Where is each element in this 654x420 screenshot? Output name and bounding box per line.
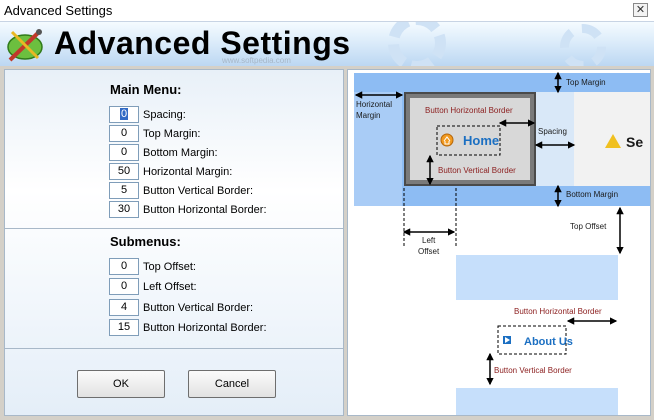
top-margin-label: Top Margin:: [143, 127, 201, 140]
top-offset-label: Top Offset:: [143, 260, 196, 273]
button-horizontal-border-input[interactable]: 30: [109, 201, 139, 218]
bottom-margin-row: 0 Bottom Margin:: [109, 144, 218, 161]
button-horizontal-border-label: Button Horizontal Border:: [143, 203, 267, 216]
top-margin-input[interactable]: 0: [109, 125, 139, 142]
spacing-input[interactable]: 0: [109, 106, 139, 123]
sub-button-horizontal-border-row: 15 Button Horizontal Border:: [109, 319, 267, 336]
left-offset-text-2: Offset: [418, 247, 440, 256]
horizontal-margin-row: 50 Horizontal Margin:: [109, 163, 232, 180]
settings-tools-icon: [7, 29, 43, 62]
sub-button-horizontal-border-input[interactable]: 15: [109, 319, 139, 336]
title-bar: Advanced Settings ✕: [0, 0, 654, 22]
sub-button-horizontal-border-text: Button Horizontal Border: [514, 307, 602, 316]
watermark: www.softpedia.com: [222, 56, 291, 65]
top-offset-input[interactable]: 0: [109, 258, 139, 275]
left-offset-text-1: Left: [422, 236, 436, 245]
close-button[interactable]: ✕: [633, 3, 648, 17]
window-title: Advanced Settings: [4, 3, 113, 18]
bottom-margin-text: Bottom Margin: [566, 190, 619, 199]
horizontal-margin-text-1: Horizontal: [356, 100, 393, 109]
settings-panel: Main Menu: 0 Spacing: 0 Top Margin: 0 Bo…: [4, 69, 344, 416]
home-label: Home: [463, 133, 500, 148]
button-horizontal-border-text: Button Horizontal Border: [425, 106, 513, 115]
horizontal-margin-input[interactable]: 50: [109, 163, 139, 180]
sub-button-vertical-border-row: 4 Button Vertical Border:: [109, 299, 253, 316]
button-vertical-border-text: Button Vertical Border: [438, 166, 516, 175]
spacing-text: Spacing: [538, 127, 567, 136]
header-banner: Advanced Settings www.softpedia.com: [0, 22, 654, 66]
top-margin-text: Top Margin: [566, 78, 606, 87]
submenus-title: Submenus:: [110, 234, 181, 249]
layout-diagram: Top Margin Horizontal Margin Button Hori…: [347, 69, 651, 416]
button-vertical-border-row: 5 Button Vertical Border:: [109, 182, 253, 199]
horizontal-margin-label: Horizontal Margin:: [143, 165, 233, 178]
banner-heading: Advanced Settings: [54, 25, 351, 61]
gear-icon: [560, 24, 606, 66]
top-offset-row: 0 Top Offset:: [109, 258, 196, 275]
spacing-label: Spacing:: [143, 108, 186, 121]
section-divider: [5, 228, 343, 229]
sub-button-vertical-border-text: Button Vertical Border: [494, 366, 572, 375]
left-offset-row: 0 Left Offset:: [109, 278, 197, 295]
bottom-margin-label: Bottom Margin:: [143, 146, 218, 159]
top-offset-text: Top Offset: [570, 222, 607, 231]
bottom-margin-input[interactable]: 0: [109, 144, 139, 161]
diagram-canvas: [354, 71, 650, 415]
gear-icon: [388, 22, 446, 66]
left-offset-label: Left Offset:: [143, 280, 197, 293]
next-button-label: Se: [626, 134, 644, 150]
cancel-button[interactable]: Cancel: [188, 370, 276, 398]
main-menu-title: Main Menu:: [110, 82, 182, 97]
ok-button[interactable]: OK: [77, 370, 165, 398]
button-vertical-border-label: Button Vertical Border:: [143, 184, 254, 197]
left-offset-input[interactable]: 0: [109, 278, 139, 295]
about-us-label: About Us: [524, 336, 573, 348]
button-vertical-border-input[interactable]: 5: [109, 182, 139, 199]
button-horizontal-border-row: 30 Button Horizontal Border:: [109, 201, 267, 218]
sub-button-horizontal-border-label: Button Horizontal Border:: [143, 321, 267, 334]
top-margin-row: 0 Top Margin:: [109, 125, 200, 142]
horizontal-margin-text-2: Margin: [356, 111, 381, 120]
spacing-row: 0 Spacing:: [109, 106, 186, 123]
section-divider: [5, 348, 343, 349]
sub-button-vertical-border-input[interactable]: 4: [109, 299, 139, 316]
sub-button-vertical-border-label: Button Vertical Border:: [143, 301, 254, 314]
